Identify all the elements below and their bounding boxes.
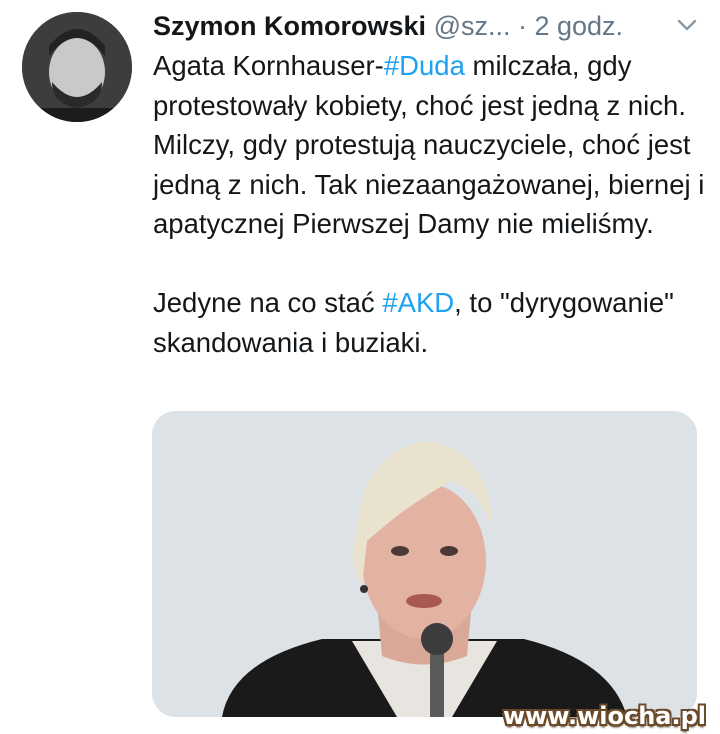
- avatar[interactable]: [22, 12, 132, 122]
- hashtag-link[interactable]: #AKD: [382, 287, 454, 318]
- time-separator: ·: [510, 11, 535, 41]
- tweet-paragraph-1: Agata Kornhauser-#Duda milczała, gdy pro…: [153, 46, 713, 244]
- author-handle[interactable]: @sz...: [434, 11, 511, 41]
- author-name[interactable]: Szymon Komorowski: [153, 11, 426, 41]
- watermark: www.wiocha.pl: [502, 702, 706, 730]
- avatar-photo: [22, 12, 132, 122]
- text-segment: Jedyne na co stać: [153, 287, 383, 318]
- tweet-text: Agata Kornhauser-#Duda milczała, gdy pro…: [153, 46, 713, 362]
- tweet-header: Szymon Komorowski @sz... · 2 godz.: [153, 8, 713, 44]
- chevron-down-icon[interactable]: [676, 18, 698, 32]
- tweet-timestamp[interactable]: 2 godz.: [534, 11, 623, 41]
- tweet-image[interactable]: [152, 411, 697, 717]
- tweet-photo: [152, 411, 697, 717]
- hashtag-link[interactable]: #Duda: [384, 50, 465, 81]
- text-segment: Agata Kornhauser-: [153, 50, 384, 81]
- tweet-paragraph-2: Jedyne na co stać #AKD, to "dyrygowanie"…: [153, 283, 713, 362]
